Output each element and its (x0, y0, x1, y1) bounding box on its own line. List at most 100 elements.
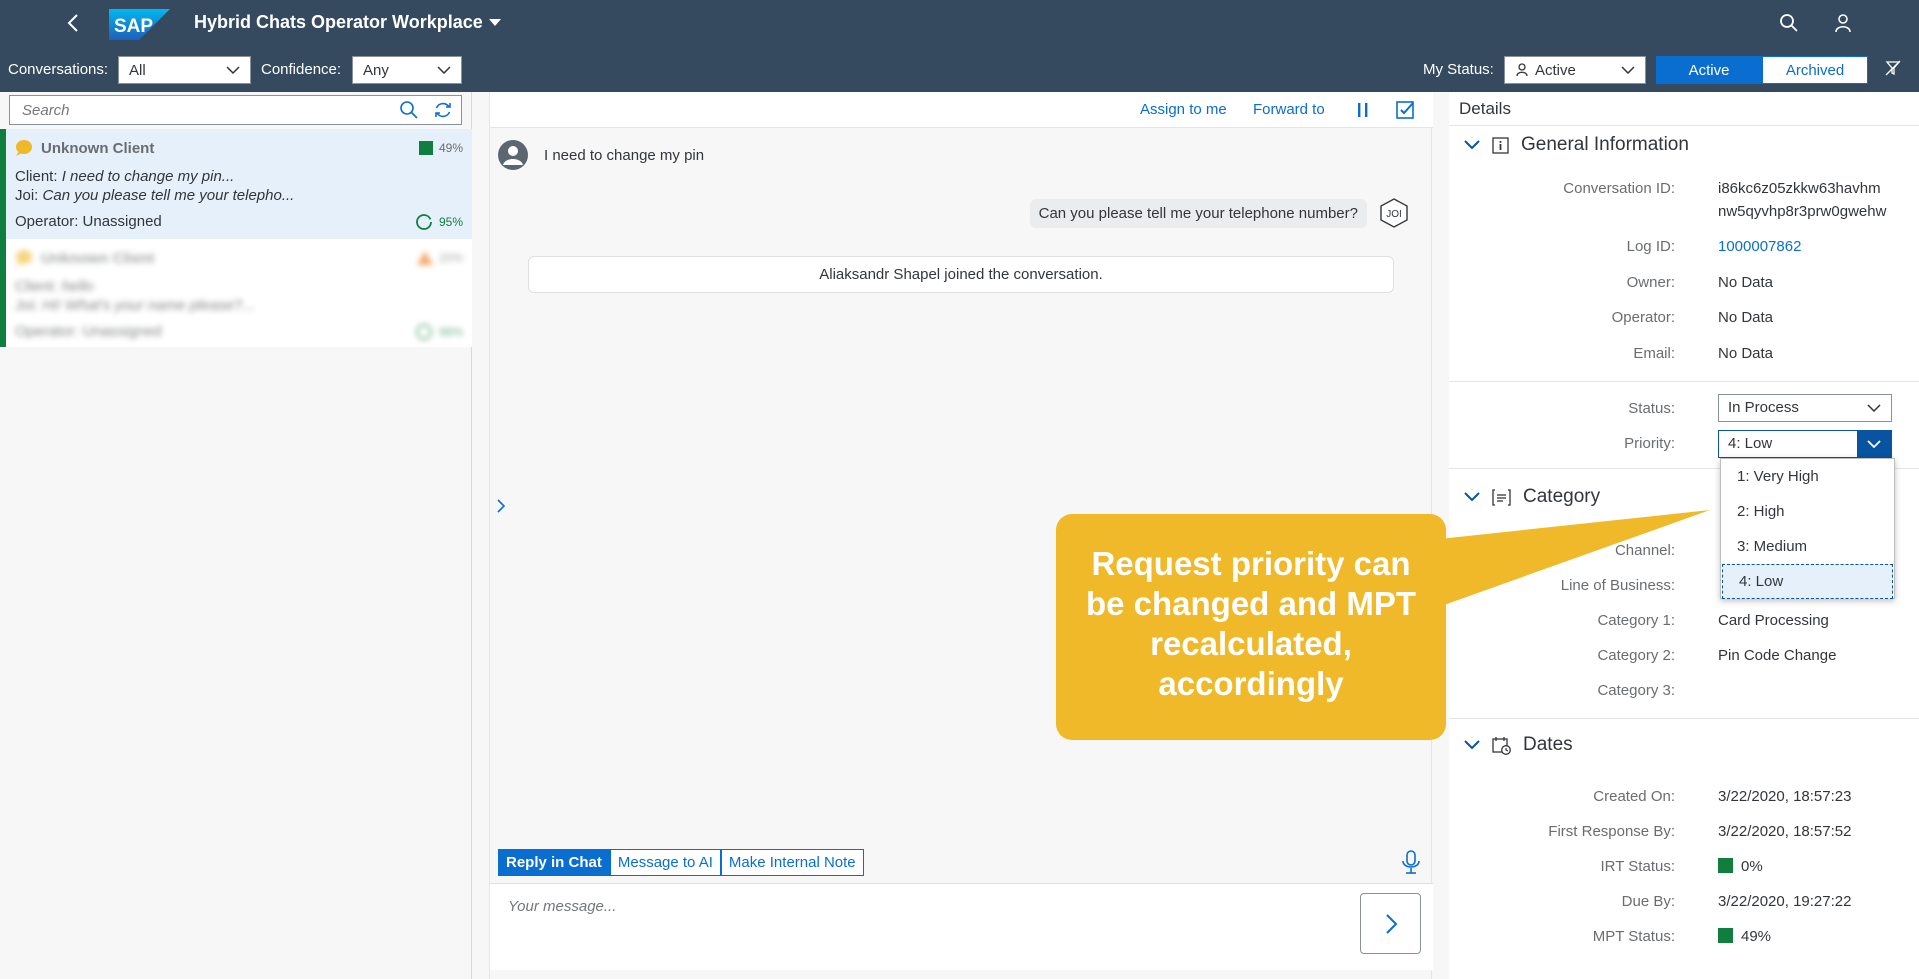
forward-to-link[interactable]: Forward to (1253, 101, 1325, 118)
active-archived-segment: Active Archived (1656, 56, 1868, 84)
tab-reply-in-chat[interactable]: Reply in Chat (498, 849, 610, 876)
shell-bar: SAP Hybrid Chats Operator Workplace (0, 0, 1919, 46)
section-general-header[interactable]: General Information (1464, 134, 1689, 156)
refresh-icon[interactable] (433, 100, 453, 120)
compose-area: Your message... (490, 883, 1433, 970)
segment-archived[interactable]: Archived (1762, 56, 1868, 84)
status-square-icon (1718, 928, 1733, 943)
conversations-label: Conversations: (8, 61, 109, 78)
priority-option-low[interactable]: 4: Low (1722, 564, 1893, 599)
conversation-list-panel: Search Unknown Client 49% Client: I need… (0, 92, 472, 979)
chevron-down-icon (437, 66, 451, 74)
svg-text:JOI: JOI (1386, 209, 1402, 220)
chevron-down-icon (1464, 740, 1480, 750)
section-category-header[interactable]: Category (1464, 486, 1600, 508)
mpt-badge: 20% (416, 251, 463, 265)
tab-message-to-ai[interactable]: Message to AI (609, 849, 721, 876)
priority-select[interactable]: 4: Low (1718, 430, 1892, 458)
app-title: Hybrid Chats Operator Workplace (194, 12, 483, 32)
person-icon (1835, 14, 1851, 33)
list-item[interactable]: Unknown Client 20% Client: hello Joi: Hi… (0, 239, 472, 347)
joi-avatar-icon: JOI (1380, 198, 1408, 228)
send-button[interactable] (1360, 893, 1421, 954)
microphone-icon (1402, 850, 1420, 874)
svg-text:SAP: SAP (114, 16, 153, 37)
conversation-title: Unknown Client (41, 140, 155, 157)
status-square-icon (1718, 858, 1733, 873)
section-dates-header[interactable]: Dates (1464, 734, 1573, 756)
conversation-id-line1: i86kc6z05zkkw63havhm (1718, 180, 1881, 197)
confidence-badge: 98% (415, 323, 463, 341)
hide-filter-button[interactable] (1884, 59, 1902, 77)
priority-option-medium[interactable]: 3: Medium (1721, 529, 1894, 564)
message-input[interactable]: Your message... (508, 898, 616, 915)
chevron-down-icon (1464, 492, 1480, 502)
pause-button[interactable] (1352, 99, 1374, 121)
info-icon (1492, 136, 1509, 154)
chevron-down-icon (1621, 66, 1635, 74)
list-item[interactable]: Unknown Client 49% Client: I need to cha… (0, 129, 472, 239)
priority-dropdown-list: 1: Very High 2: High 3: Medium 4: Low (1720, 458, 1895, 599)
confidence-ring-icon (416, 324, 432, 340)
priority-option-high[interactable]: 2: High (1721, 494, 1894, 529)
pause-icon (1358, 103, 1368, 117)
microphone-button[interactable] (1399, 849, 1423, 875)
confidence-select[interactable]: Any (352, 56, 462, 84)
segment-active[interactable]: Active (1656, 56, 1762, 84)
log-id-link[interactable]: 1000007862 (1718, 238, 1801, 255)
caret-down-icon (488, 18, 501, 26)
search-icon (1780, 14, 1798, 32)
chevron-down-icon (1464, 140, 1480, 150)
client-preview: Client: I need to change my pin... (15, 168, 235, 185)
status-select[interactable]: In Process (1718, 394, 1892, 422)
search-button[interactable] (1779, 13, 1799, 33)
operator-text: Operator: Unassigned (15, 213, 162, 230)
chevron-left-icon (67, 14, 78, 32)
filter-bar: Conversations: All Confidence: Any My St… (0, 46, 1919, 92)
checkbox-check-icon (1396, 101, 1414, 119)
chevron-down-icon (1867, 404, 1881, 412)
bot-message: Can you please tell me your telephone nu… (1029, 198, 1409, 228)
confidence-badge: 95% (415, 213, 463, 231)
conversation-id-line2: nw5qyvhp8r3prw0gwehw (1718, 203, 1887, 220)
tab-internal-note[interactable]: Make Internal Note (720, 849, 864, 876)
conversation-title: Unknown Client (41, 250, 155, 267)
details-title: Details (1449, 92, 1919, 126)
my-status-label: My Status: (1423, 61, 1494, 78)
mpt-badge: 49% (418, 141, 463, 155)
back-button[interactable] (62, 11, 86, 35)
joi-preview: Joi: Can you please tell me your telepho… (15, 187, 295, 204)
search-icon[interactable] (399, 100, 419, 120)
chevron-right-icon (497, 499, 506, 513)
reply-mode-tabs: Reply in Chat Message to AI Make Interna… (498, 849, 864, 876)
complete-button[interactable] (1394, 99, 1416, 121)
sap-logo[interactable]: SAP (109, 9, 170, 40)
filter-off-icon (1885, 60, 1901, 76)
search-field[interactable]: Search (9, 95, 462, 125)
app-title-menu[interactable]: Hybrid Chats Operator Workplace (194, 12, 501, 33)
user-button[interactable] (1833, 13, 1853, 33)
search-input[interactable]: Search (22, 102, 70, 119)
chat-toolbar: Assign to me Forward to (490, 92, 1433, 128)
operator-text: Operator: Unassigned (15, 323, 162, 340)
system-message: Aliaksandr Shapel joined the conversatio… (528, 256, 1394, 293)
conversations-select[interactable]: All (118, 56, 251, 84)
avatar-icon (498, 140, 528, 170)
warning-triangle-icon (416, 251, 433, 265)
chevron-right-icon (1385, 913, 1397, 934)
expand-left-button[interactable] (494, 496, 508, 516)
calendar-clock-icon (1492, 736, 1511, 755)
chat-bubble-icon (16, 250, 32, 266)
chat-bubble-icon (16, 140, 32, 156)
client-preview: Client: hello (15, 278, 94, 295)
client-message: I need to change my pin (498, 140, 704, 170)
my-status-select[interactable]: Active (1504, 56, 1646, 84)
assign-to-me-link[interactable]: Assign to me (1140, 101, 1227, 118)
confidence-label: Confidence: (261, 61, 342, 78)
status-square-icon (418, 141, 433, 155)
chevron-down-icon (1867, 440, 1881, 448)
priority-option-very-high[interactable]: 1: Very High (1721, 459, 1894, 494)
joi-preview: Joi: Hi! What's your name please?... (15, 297, 255, 314)
category-icon (1492, 488, 1511, 506)
chevron-down-icon (226, 66, 240, 74)
